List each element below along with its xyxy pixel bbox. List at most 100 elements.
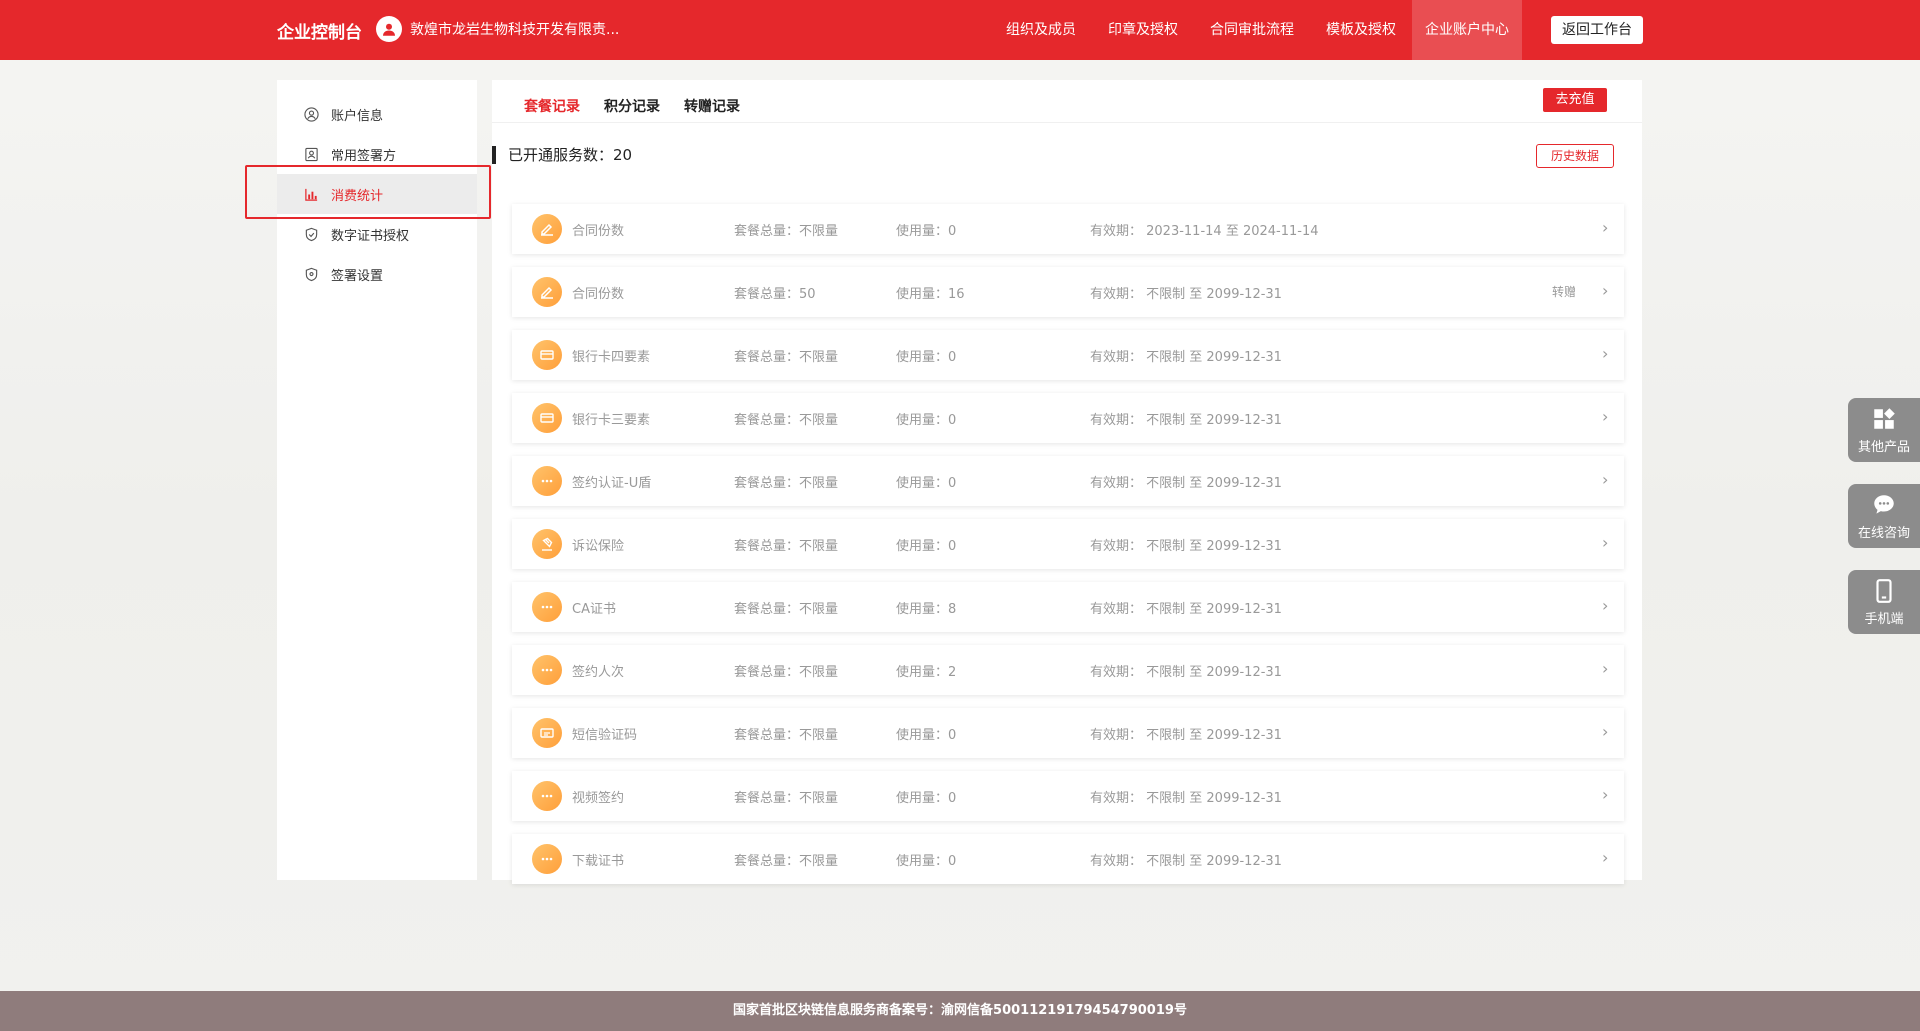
item-validity: 有效期： 不限制 至 2099-12-31 xyxy=(1090,539,1282,554)
mobile-icon xyxy=(1876,579,1892,603)
item-used: 使用量：0 xyxy=(896,728,957,743)
recharge-button[interactable]: 去充值 xyxy=(1543,88,1607,112)
tab-package-records[interactable]: 套餐记录 xyxy=(524,90,580,122)
transfer-link[interactable]: 转赠 xyxy=(1552,283,1576,300)
sidebar-item-label: 数字证书授权 xyxy=(331,228,410,244)
item-total: 套餐总量：不限量 xyxy=(734,665,839,680)
list-item[interactable]: 银行卡三要素 套餐总量：不限量 使用量：0 有效期： 不限制 至 2099-12… xyxy=(512,393,1624,443)
list-item[interactable]: 签约人次 套餐总量：不限量 使用量：2 有效期： 不限制 至 2099-12-3… xyxy=(512,645,1624,695)
item-used: 使用量：0 xyxy=(896,854,957,869)
list-item[interactable]: 下载证书 套餐总量：不限量 使用量：0 有效期： 不限制 至 2099-12-3… xyxy=(512,834,1624,884)
history-data-button[interactable]: 历史数据 xyxy=(1536,144,1614,168)
chevron-right-icon[interactable]: › xyxy=(1602,596,1608,615)
item-validity: 有效期： 不限制 至 2099-12-31 xyxy=(1090,791,1282,806)
item-name: 银行卡四要素 xyxy=(572,350,651,365)
top-nav: 组织及成员 印章及授权 合同审批流程 模板及授权 企业账户中心 xyxy=(990,0,1522,60)
sidebar-item-certificate-auth[interactable]: 数字证书授权 xyxy=(277,214,477,254)
apps-icon xyxy=(1874,408,1895,429)
brand-title[interactable]: 企业控制台 xyxy=(277,18,362,43)
other-products-button[interactable]: 其他产品 xyxy=(1848,398,1920,462)
float-label: 其他产品 xyxy=(1857,440,1910,455)
tab-divider xyxy=(492,122,1642,123)
tab-points-records[interactable]: 积分记录 xyxy=(604,90,660,122)
list-item[interactable]: 短信验证码 套餐总量：不限量 使用量：0 有效期： 不限制 至 2099-12-… xyxy=(512,708,1624,758)
footer: 国家首批区块链信息服务商备案号：渝网信备50011219179454790019… xyxy=(0,991,1920,1031)
record-tabs: 套餐记录 积分记录 转赠记录 xyxy=(524,90,740,122)
tab-transfer-records[interactable]: 转赠记录 xyxy=(684,90,740,122)
nav-org-members[interactable]: 组织及成员 xyxy=(990,0,1092,60)
item-total: 套餐总量：不限量 xyxy=(734,224,839,239)
sms-icon xyxy=(532,718,562,748)
more-icon xyxy=(532,781,562,811)
chevron-right-icon[interactable]: › xyxy=(1602,281,1608,300)
main-panel: 套餐记录 积分记录 转赠记录 去充值 已开通服务数：20 历史数据 合同份数 套… xyxy=(492,80,1642,884)
item-total: 套餐总量：不限量 xyxy=(734,539,839,554)
top-bar: 企业控制台 敦煌市龙岩生物科技开发有限责... 组织及成员 印章及授权 合同审批… xyxy=(0,0,1920,60)
mobile-button[interactable]: 手机端 xyxy=(1848,570,1920,634)
float-label: 手机端 xyxy=(1864,612,1904,627)
item-validity: 有效期： 不限制 至 2099-12-31 xyxy=(1090,476,1282,491)
item-name: 视频签约 xyxy=(572,791,625,806)
more-icon xyxy=(532,655,562,685)
online-consult-button[interactable]: 在线咨询 xyxy=(1848,484,1920,548)
sidebar-item-account-info[interactable]: 账户信息 xyxy=(277,94,477,134)
item-name: 签约认证-U盾 xyxy=(572,476,652,491)
user-circle-icon xyxy=(303,106,319,122)
sidebar-item-sign-settings[interactable]: 签署设置 xyxy=(277,254,477,294)
chevron-right-icon[interactable]: › xyxy=(1602,407,1608,426)
chevron-right-icon[interactable]: › xyxy=(1602,785,1608,804)
company-name: 敦煌市龙岩生物科技开发有限责... xyxy=(410,22,620,38)
chevron-right-icon[interactable]: › xyxy=(1602,659,1608,678)
item-name: CA证书 xyxy=(572,602,616,617)
item-name: 合同份数 xyxy=(572,224,625,239)
sidebar-item-label: 账户信息 xyxy=(331,108,384,124)
chevron-right-icon[interactable]: › xyxy=(1602,848,1608,867)
nav-template-auth[interactable]: 模板及授权 xyxy=(1310,0,1412,60)
gavel-icon xyxy=(532,529,562,559)
item-total: 套餐总量：不限量 xyxy=(734,791,839,806)
list-item[interactable]: 视频签约 套餐总量：不限量 使用量：0 有效期： 不限制 至 2099-12-3… xyxy=(512,771,1624,821)
nav-account-center[interactable]: 企业账户中心 xyxy=(1412,0,1522,60)
chevron-right-icon[interactable]: › xyxy=(1602,722,1608,741)
item-used: 使用量：0 xyxy=(896,476,957,491)
company-selector[interactable]: 敦煌市龙岩生物科技开发有限责... xyxy=(376,16,619,42)
contact-card-icon xyxy=(303,146,319,162)
item-used: 使用量：0 xyxy=(896,539,957,554)
item-total: 套餐总量：不限量 xyxy=(734,350,839,365)
item-used: 使用量：0 xyxy=(896,791,957,806)
item-validity: 有效期： 不限制 至 2099-12-31 xyxy=(1090,602,1282,617)
card-icon xyxy=(532,340,562,370)
item-total: 套餐总量：不限量 xyxy=(734,413,839,428)
item-total: 套餐总量：不限量 xyxy=(734,728,839,743)
chevron-right-icon[interactable]: › xyxy=(1602,218,1608,237)
item-name: 合同份数 xyxy=(572,287,625,302)
item-name: 银行卡三要素 xyxy=(572,413,651,428)
list-item[interactable]: CA证书 套餐总量：不限量 使用量：8 有效期： 不限制 至 2099-12-3… xyxy=(512,582,1624,632)
item-validity: 有效期： 不限制 至 2099-12-31 xyxy=(1090,413,1282,428)
chevron-right-icon[interactable]: › xyxy=(1602,344,1608,363)
more-icon xyxy=(532,844,562,874)
float-label: 在线咨询 xyxy=(1857,526,1910,541)
nav-approval-flow[interactable]: 合同审批流程 xyxy=(1194,0,1310,60)
item-used: 使用量：0 xyxy=(896,350,957,365)
list-item[interactable]: 银行卡四要素 套餐总量：不限量 使用量：0 有效期： 不限制 至 2099-12… xyxy=(512,330,1624,380)
item-name: 短信验证码 xyxy=(572,728,638,743)
return-workbench-button[interactable]: 返回工作台 xyxy=(1551,16,1643,44)
highlight-annotation-box xyxy=(245,165,491,219)
item-total: 套餐总量：不限量 xyxy=(734,602,839,617)
list-item[interactable]: 合同份数 套餐总量：50 使用量：16 有效期： 不限制 至 2099-12-3… xyxy=(512,267,1624,317)
more-icon xyxy=(532,466,562,496)
list-item[interactable]: 签约认证-U盾 套餐总量：不限量 使用量：0 有效期： 不限制 至 2099-1… xyxy=(512,456,1624,506)
item-used: 使用量：0 xyxy=(896,224,957,239)
item-used: 使用量：0 xyxy=(896,413,957,428)
item-used: 使用量：16 xyxy=(896,287,965,302)
chevron-right-icon[interactable]: › xyxy=(1602,533,1608,552)
card-icon xyxy=(532,403,562,433)
nav-seal-auth[interactable]: 印章及授权 xyxy=(1092,0,1194,60)
item-validity: 有效期： 不限制 至 2099-12-31 xyxy=(1090,728,1282,743)
sidebar-item-label: 常用签署方 xyxy=(331,148,397,164)
list-item[interactable]: 诉讼保险 套餐总量：不限量 使用量：0 有效期： 不限制 至 2099-12-3… xyxy=(512,519,1624,569)
item-name: 下载证书 xyxy=(572,854,625,869)
list-item[interactable]: 合同份数 套餐总量：不限量 使用量：0 有效期： 2023-11-14 至 20… xyxy=(512,204,1624,254)
chevron-right-icon[interactable]: › xyxy=(1602,470,1608,489)
